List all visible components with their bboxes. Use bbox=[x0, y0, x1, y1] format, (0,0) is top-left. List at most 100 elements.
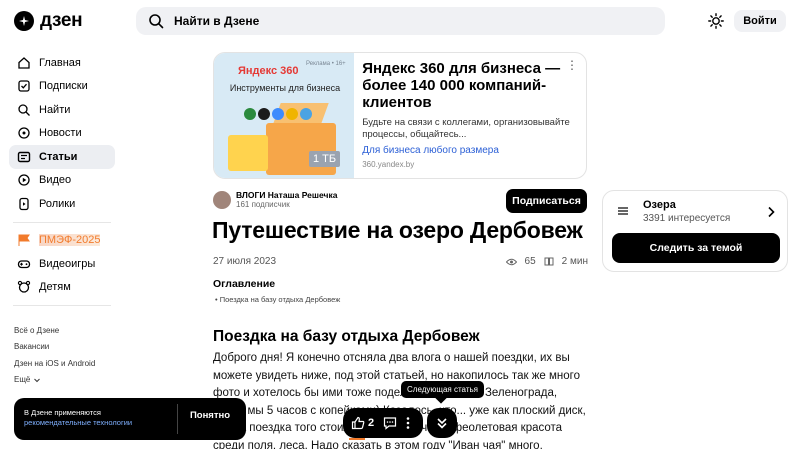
logo-text: дзен bbox=[40, 10, 83, 31]
gamepad-icon bbox=[17, 260, 31, 268]
footer-link-more[interactable]: Ещё bbox=[14, 372, 115, 389]
more-options-icon[interactable] bbox=[406, 416, 410, 430]
book-icon bbox=[544, 257, 554, 266]
cookie-message: В Дзене применяются bbox=[24, 408, 101, 417]
video-icon bbox=[18, 174, 30, 186]
search-input[interactable] bbox=[174, 14, 624, 28]
sidebar-item-subscriptions[interactable]: Подписки bbox=[9, 75, 115, 99]
sidebar-item-pmef[interactable]: ПМЭФ-2025 bbox=[9, 229, 115, 253]
sidebar-item-videogames[interactable]: Видеоигры bbox=[9, 252, 115, 276]
flag-icon bbox=[18, 234, 30, 247]
sidebar-item-label: Ролики bbox=[39, 197, 76, 210]
ad-age-label: Реклама • 16+ bbox=[306, 61, 346, 67]
sidebar-divider bbox=[13, 221, 111, 223]
ad-title[interactable]: Яндекс 360 для бизнеса — более 140 000 к… bbox=[362, 60, 562, 111]
sidebar-item-video[interactable]: Видео bbox=[9, 169, 115, 193]
sidebar-item-label: Статьи bbox=[39, 150, 78, 163]
sidebar-item-label: Видео bbox=[39, 174, 72, 187]
next-article-tooltip: Следующая статья bbox=[401, 381, 484, 398]
sidebar-item-articles[interactable]: Статьи bbox=[9, 145, 115, 169]
toc-item-label: Поездка на базу отдыха Дербовеж bbox=[219, 295, 341, 304]
ad-image-brand: Яндекс 360 bbox=[238, 65, 299, 77]
sidebar-item-label: Детям bbox=[39, 281, 71, 294]
like-button[interactable]: 2 bbox=[351, 416, 374, 430]
dzen-logo-icon bbox=[14, 11, 34, 31]
like-progress-indicator bbox=[349, 438, 365, 440]
login-button[interactable]: Войти bbox=[734, 10, 786, 32]
channel-name[interactable]: ВЛОГИ Наташа Решечка bbox=[236, 190, 337, 200]
cookie-accept-button[interactable]: Понятно bbox=[182, 410, 238, 421]
sidebar-divider bbox=[13, 305, 111, 306]
article-title: Путешествие на озеро Дербовеж bbox=[212, 217, 583, 243]
channel-subscribers: 161 подписчик bbox=[236, 200, 290, 209]
search-icon bbox=[149, 14, 164, 29]
ad-image: Яндекс 360 Реклама • 16+ Инструменты для… bbox=[214, 53, 355, 178]
floating-action-bar: 2 bbox=[343, 408, 423, 438]
next-article-button[interactable] bbox=[427, 408, 457, 438]
logo[interactable]: дзен bbox=[14, 10, 83, 32]
kids-icon bbox=[17, 281, 31, 293]
sidebar-item-label: ПМЭФ-2025 bbox=[39, 234, 101, 247]
topic-count: 3391 интересуется bbox=[643, 213, 731, 224]
cookie-divider bbox=[177, 404, 178, 434]
sidebar-item-label: Новости bbox=[39, 127, 82, 140]
articles-icon bbox=[17, 151, 31, 162]
sidebar-item-label: Найти bbox=[39, 103, 71, 116]
theme-toggle-button[interactable] bbox=[706, 11, 726, 31]
eye-icon bbox=[505, 258, 517, 265]
sidebar-item-kids[interactable]: Детям bbox=[9, 276, 115, 300]
subscriptions-icon bbox=[18, 80, 30, 92]
home-icon bbox=[18, 56, 30, 69]
avatar[interactable] bbox=[213, 190, 231, 209]
more-options-icon[interactable]: ⋮ bbox=[566, 59, 578, 71]
double-chevron-down-icon bbox=[437, 418, 447, 429]
ad-description: Будьте на связи с коллегами, организовыв… bbox=[362, 117, 570, 140]
topic-name[interactable]: Озера bbox=[643, 199, 676, 211]
ad-folder-icon bbox=[228, 135, 268, 171]
app-icon bbox=[286, 108, 298, 120]
footer-link-apps[interactable]: Дзен на iOS и Android bbox=[14, 355, 115, 372]
sidebar-item-news[interactable]: Новости bbox=[9, 122, 115, 146]
topic-widget: Озера 3391 интересуется Следить за темой bbox=[602, 190, 788, 272]
ad-image-title: Инструменты для бизнеса bbox=[229, 83, 341, 93]
cookie-text: В Дзене применяются рекомендательные тех… bbox=[24, 408, 132, 428]
sidebar-item-label: Подписки bbox=[39, 80, 88, 93]
app-icon bbox=[272, 108, 284, 120]
menu-icon bbox=[618, 207, 628, 215]
read-time: 2 мин bbox=[561, 256, 588, 267]
sidebar-item-find[interactable]: Найти bbox=[9, 98, 115, 122]
app-icon bbox=[244, 108, 256, 120]
like-count: 2 bbox=[368, 417, 375, 429]
subscribe-button[interactable]: Подписаться bbox=[506, 189, 587, 213]
ad-link[interactable]: Для бизнеса любого размера bbox=[362, 145, 578, 156]
ad-card[interactable]: Яндекс 360 Реклама • 16+ Инструменты для… bbox=[213, 52, 587, 179]
clips-icon bbox=[19, 197, 29, 210]
ad-domain: 360.yandex.by bbox=[362, 160, 415, 169]
toc-item[interactable]: • Поездка на базу отдыха Дербовеж bbox=[215, 295, 340, 304]
ad-storage-badge: 1 ТБ bbox=[309, 151, 341, 167]
ad-box bbox=[266, 123, 336, 175]
footer-link-about[interactable]: Всё о Дзене bbox=[14, 322, 115, 339]
thumbs-up-icon bbox=[351, 416, 365, 430]
toc-title: Оглавление bbox=[213, 278, 276, 290]
article-date: 27 июля 2023 bbox=[213, 256, 277, 267]
news-icon bbox=[18, 127, 30, 139]
sidebar-item-label: Главная bbox=[39, 56, 81, 69]
sidebar-item-clips[interactable]: Ролики bbox=[9, 192, 115, 216]
sidebar: Главная Подписки Найти Новости Статьи Ви… bbox=[9, 51, 115, 388]
app-icon bbox=[258, 108, 270, 120]
ad-content: Яндекс 360 для бизнеса — более 140 000 к… bbox=[354, 53, 586, 178]
comment-icon[interactable] bbox=[383, 416, 397, 430]
article-meta: 27 июля 2023 65 2 мин bbox=[213, 256, 588, 267]
footer-links: Всё о Дзене Вакансии Дзен на iOS и Andro… bbox=[9, 322, 115, 388]
cookie-link[interactable]: рекомендательные технологии bbox=[24, 418, 132, 427]
search-bar[interactable] bbox=[136, 7, 665, 35]
ad-app-icons bbox=[244, 108, 312, 120]
chevron-right-icon[interactable] bbox=[767, 206, 775, 218]
sidebar-item-home[interactable]: Главная bbox=[9, 51, 115, 75]
channel-info[interactable]: ВЛОГИ Наташа Решечка 161 подписчик bbox=[213, 190, 337, 209]
more-label: Ещё bbox=[14, 375, 31, 385]
follow-topic-button[interactable]: Следить за темой bbox=[612, 233, 780, 263]
footer-link-vacancies[interactable]: Вакансии bbox=[14, 339, 115, 356]
views-count: 65 bbox=[524, 256, 536, 267]
